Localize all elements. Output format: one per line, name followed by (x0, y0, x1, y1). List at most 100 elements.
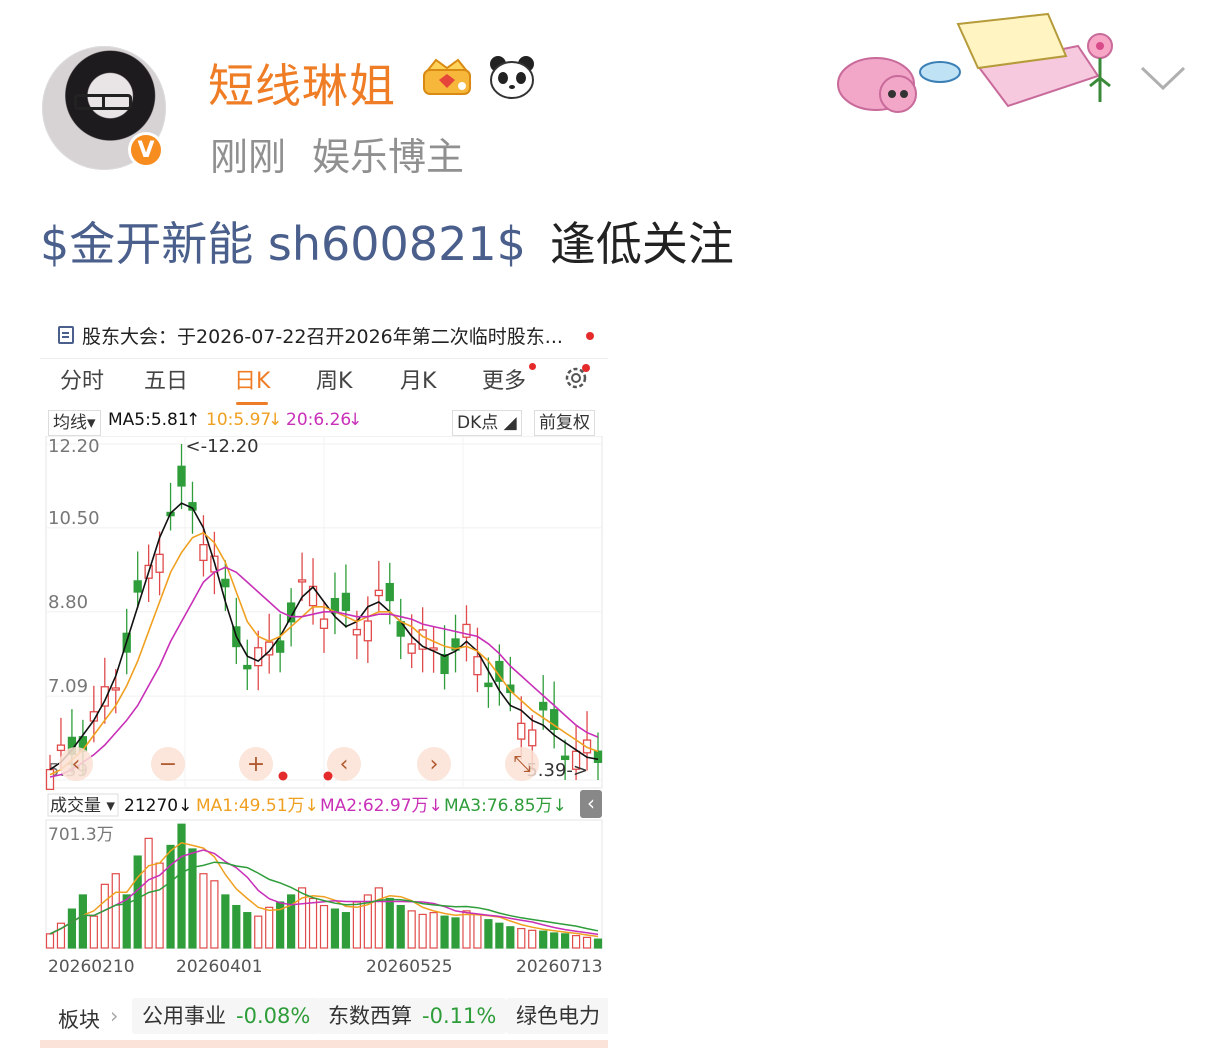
tab-intraday[interactable]: 分时 (60, 363, 104, 395)
dk-point-label: DK点 (457, 413, 499, 433)
volume-bar (418, 913, 427, 949)
volume-bar (265, 906, 274, 949)
volume-ma2-value: MA2:62.97万↓ (320, 796, 443, 816)
candle-body (319, 618, 329, 629)
volume-bar (571, 935, 581, 949)
dk-point-button[interactable]: DK点 ◢ (452, 410, 522, 436)
volume-bar (396, 904, 405, 949)
volume-bar (319, 904, 329, 949)
sector-chip[interactable]: 绿色电力 (506, 998, 608, 1034)
collapse-icon: ‹ (587, 791, 595, 815)
tab-daily-k[interactable]: 日K (234, 363, 270, 405)
tab-monthly-k[interactable]: 月K (400, 363, 436, 395)
volume-bar (352, 901, 361, 949)
chevron-down-icon[interactable] (1138, 62, 1188, 94)
volume-bar (593, 938, 603, 949)
sector-change: -0.11% (422, 1004, 497, 1028)
scroll-right-icon: › (430, 752, 439, 777)
volume-bar (254, 915, 263, 949)
volume-bar (78, 894, 87, 949)
username[interactable]: 短线琳姐 (208, 50, 396, 116)
volume-bar (89, 915, 98, 949)
ma20-arrow-down-icon: ↓ (348, 410, 363, 430)
ma-indicator-row: 均线▾ MA5:5.81 ↑ 10:5.97 ↓ 20:6.26 ↓ DK点 ◢… (40, 410, 608, 436)
candle-body (407, 643, 416, 654)
candle-body (528, 729, 537, 747)
candle-body (133, 580, 142, 593)
marker-dot (278, 771, 288, 781)
volume-current-value: 21270↓ (124, 796, 192, 816)
fullscreen-icon: ⤡ (513, 752, 531, 777)
post-text: 逢低关注 (549, 217, 734, 271)
volume-bar (308, 897, 318, 949)
candle-body (473, 656, 482, 676)
gear-icon[interactable] (562, 364, 590, 392)
candle-body (539, 701, 548, 711)
volume-bar (199, 873, 208, 949)
sector-name: 东数西算 (328, 1004, 412, 1028)
more-notification-dot (529, 363, 536, 370)
sector-chip[interactable]: 东数西算 -0.11% (318, 998, 507, 1034)
volume-bar (506, 926, 515, 949)
volume-bar (495, 922, 504, 949)
candle-body (199, 544, 208, 562)
volume-bar (341, 912, 351, 949)
volume-bar (221, 894, 230, 949)
notification-dot (586, 332, 594, 340)
volume-bar (550, 932, 559, 949)
ma10-value: 10:5.97 (206, 410, 272, 430)
announcement-text: 股东大会：于2026-07-22召开2026年第二次临时股东... (82, 325, 563, 348)
stock-tag-link[interactable]: $金开新能 sh600821$ (40, 217, 526, 271)
sector-name: 绿色电力 (516, 1004, 600, 1028)
date-axis-label: 20260713 (516, 957, 603, 976)
volume-bar (45, 933, 55, 949)
ma5-value: MA5:5.81 (108, 410, 189, 430)
candle-body (111, 687, 120, 691)
tab-more[interactable]: 更多 (482, 363, 526, 395)
volume-bar (407, 910, 416, 949)
sector-name: 公用事业 (142, 1004, 226, 1028)
volume-bar (374, 887, 383, 949)
volume-bar (517, 927, 526, 949)
volume-bar (188, 848, 197, 949)
stock-card[interactable]: 股东大会：于2026-07-22召开2026年第二次临时股东... 分时 五日 … (40, 296, 608, 1048)
volume-bar (166, 844, 175, 949)
volume-bar (210, 880, 219, 949)
ma-selector-label: 均线 (53, 413, 87, 433)
volume-max-label: 701.3万 (48, 825, 114, 845)
tab-five-day[interactable]: 五日 (144, 363, 188, 395)
candle-body (341, 592, 351, 611)
candle-body (45, 768, 55, 791)
card-bottom-bar (40, 1040, 608, 1048)
candle-body (297, 579, 307, 583)
forward-adjust-button[interactable]: 前复权 (534, 410, 595, 436)
price-axis-label: 8.80 (48, 592, 88, 613)
volume-selector-label: 成交量 ▾ (50, 796, 115, 816)
candle-body (517, 722, 526, 740)
volume-ma3-value: MA3:76.85万↓ (444, 796, 567, 816)
ma-selector-dropdown[interactable]: 均线▾ (48, 410, 101, 436)
volume-bar (232, 904, 241, 949)
panda-icon (490, 56, 534, 99)
sector-bar: 板块 › 公用事业 -0.08% 东数西算 -0.11% 绿色电力 (40, 996, 608, 1040)
candle-body (352, 628, 362, 636)
volume-bar (440, 915, 449, 949)
price-axis-label: 12.20 (48, 436, 100, 457)
candle-body (254, 647, 263, 667)
prev-icon: ‹ (72, 752, 81, 777)
volume-bar (111, 873, 120, 949)
sector-chip[interactable]: 公用事业 -0.08% (132, 998, 321, 1034)
volume-ma1-value: MA1:49.51万↓ (196, 796, 319, 816)
volume-bar (385, 897, 394, 949)
sector-change: -0.08% (236, 1004, 311, 1028)
tab-weekly-k[interactable]: 周K (316, 363, 352, 395)
announcement-bar[interactable]: 股东大会：于2026-07-22召开2026年第二次临时股东... (40, 318, 608, 352)
price-axis-label: 7.09 (48, 676, 88, 697)
volume-bar (243, 912, 252, 949)
volume-bar (528, 929, 537, 949)
candle-body (440, 654, 449, 675)
candle-body (363, 620, 372, 642)
kline-chart[interactable]: 12.2010.508.807.095.39<-12.205.39->‹−+‹›… (40, 436, 608, 976)
post-time: 刚刚 (210, 135, 287, 179)
date-axis-label: 20260210 (48, 957, 135, 976)
